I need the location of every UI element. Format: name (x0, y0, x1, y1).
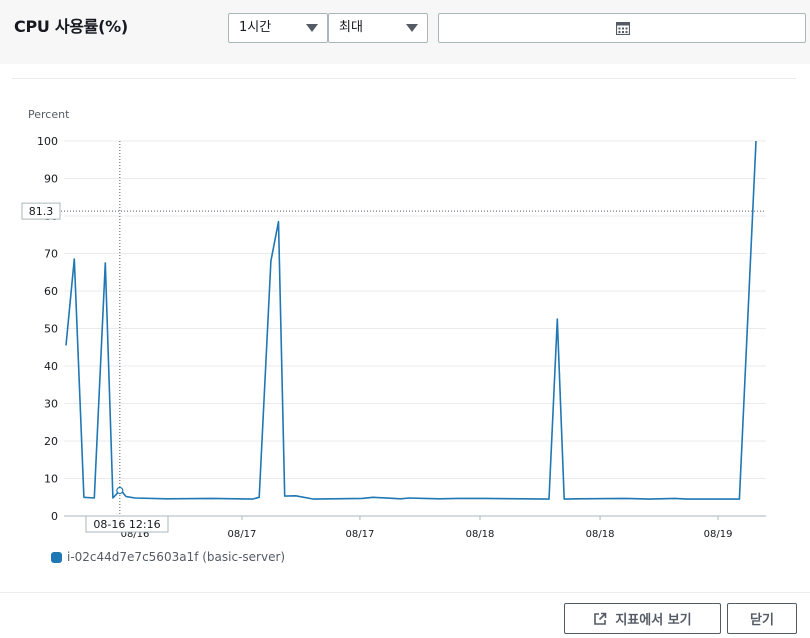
chart-grid (64, 140, 766, 517)
view-in-metrics-label: 지표에서 보기 (615, 613, 692, 628)
view-in-metrics-button[interactable]: 지표에서 보기 (564, 603, 721, 634)
cpu-utilization-chart[interactable]: Percent 0102030405060708090100 08/1608/1… (0, 0, 810, 548)
close-button-label: 닫기 (750, 613, 774, 628)
chart-legend[interactable]: i-02c44d7e7c5603a1f (basic-server) (51, 550, 285, 564)
y-tick-label: 40 (44, 360, 58, 373)
x-axis-ticks: 08/16 08/17 08/17 08/18 08/18 08/19 (121, 516, 733, 540)
y-tick-label: 90 (44, 173, 58, 186)
crosshair-point (116, 486, 124, 495)
close-button[interactable]: 닫기 (727, 603, 797, 634)
x-tick-label: 08/18 (466, 529, 495, 540)
crosshair-y-label: 81.3 (29, 205, 54, 218)
divider (0, 592, 810, 593)
y-tick-label: 0 (51, 510, 58, 523)
legend-label: i-02c44d7e7c5603a1f (basic-server) (67, 550, 286, 564)
y-tick-label: 70 (44, 248, 58, 261)
legend-swatch (51, 551, 62, 563)
x-tick-label: 08/17 (228, 529, 257, 540)
y-axis-label: Percent (28, 108, 70, 121)
y-tick-label: 100 (37, 135, 58, 148)
x-tick-label: 08/17 (346, 529, 375, 540)
series-line (65, 140, 757, 500)
crosshair-x-label: 08-16 12:16 (93, 518, 160, 531)
x-tick-label: 08/19 (704, 529, 733, 540)
x-tick-label: 08/18 (586, 529, 615, 540)
y-tick-label: 10 (44, 473, 58, 486)
y-tick-label: 60 (44, 285, 58, 298)
chart-series (65, 140, 757, 500)
y-axis-ticks: 0102030405060708090100 (37, 135, 58, 523)
y-tick-label: 30 (44, 398, 58, 411)
chart-crosshair: 81.3 08-16 12:16 (21, 141, 766, 533)
y-tick-label: 20 (44, 435, 58, 448)
y-tick-label: 50 (44, 323, 58, 336)
external-link-icon (594, 612, 607, 625)
